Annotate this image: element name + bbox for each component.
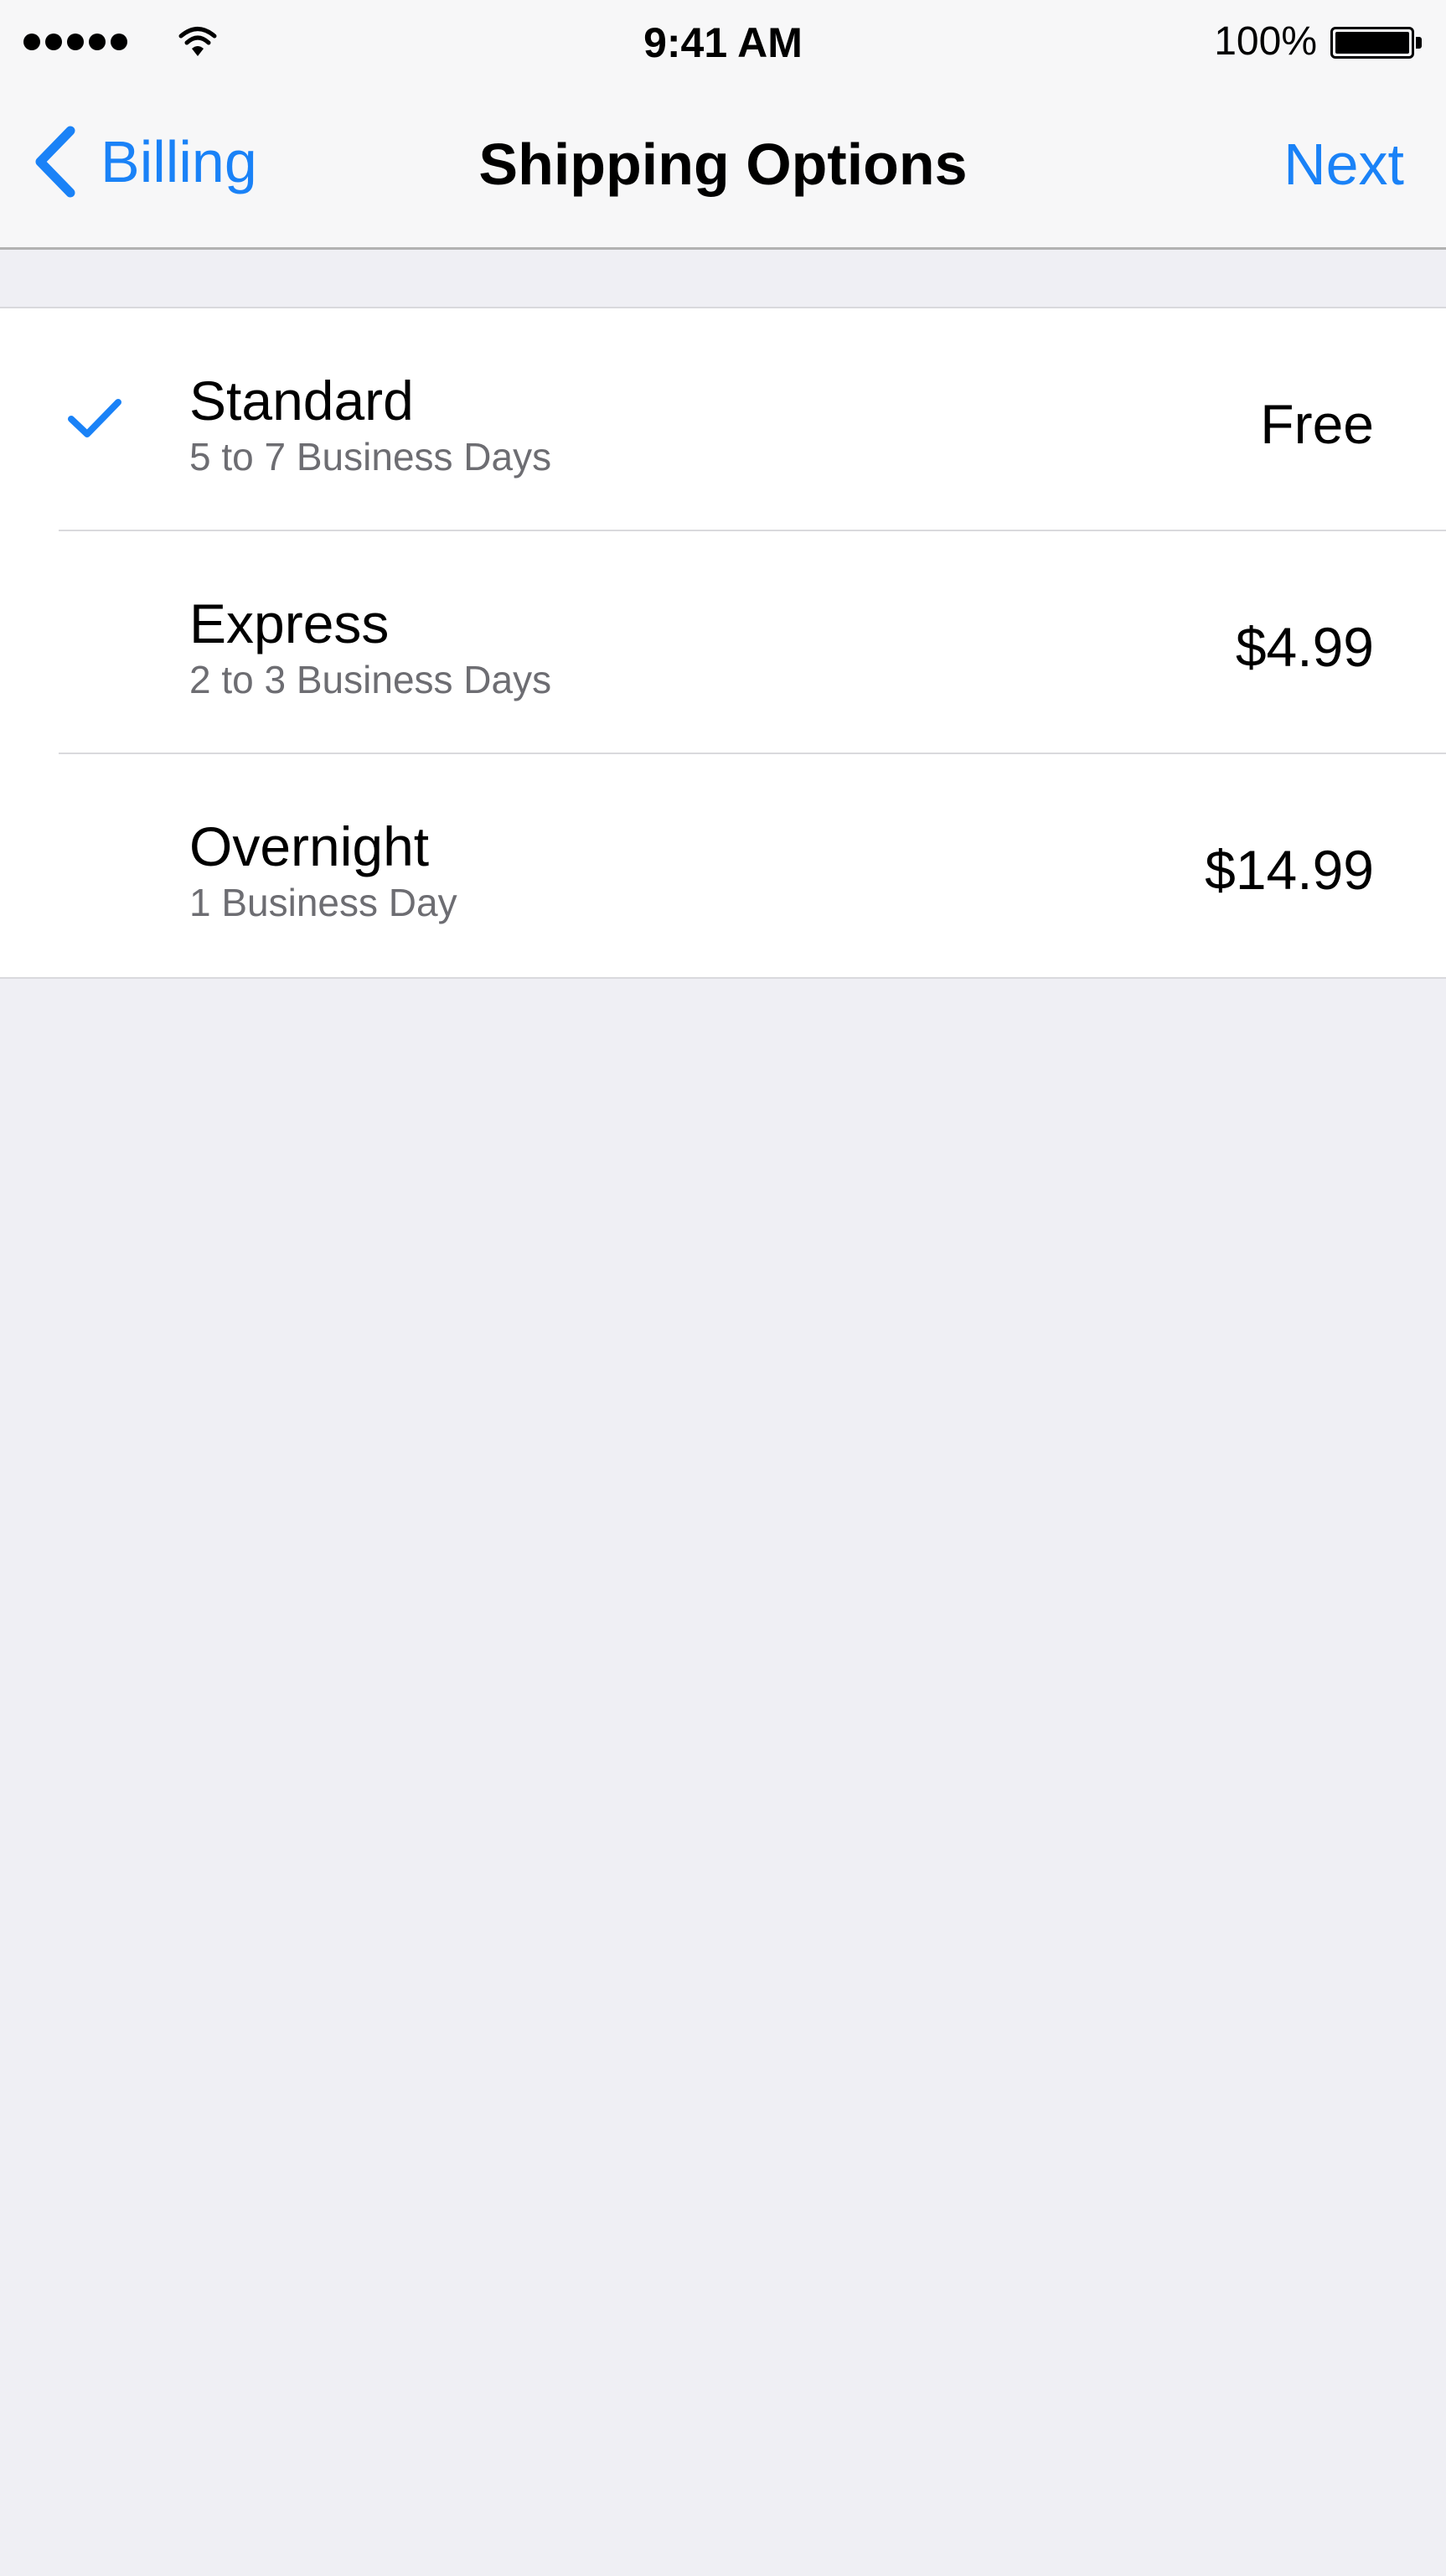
option-price: $4.99 bbox=[1235, 616, 1374, 678]
phone-screen: 9:41 AM 100% Billing Shipping Options Ne… bbox=[0, 0, 1446, 2576]
shipping-options-list: Standard 5 to 7 Business Days Free Expre… bbox=[0, 307, 1446, 979]
battery-cap bbox=[1416, 37, 1422, 49]
battery-icon bbox=[1330, 27, 1422, 59]
next-button[interactable]: Next bbox=[1283, 131, 1404, 198]
option-delivery-time: 1 Business Day bbox=[189, 881, 457, 924]
option-name: Standard bbox=[189, 370, 414, 432]
option-delivery-time: 5 to 7 Business Days bbox=[189, 435, 552, 478]
option-name: Express bbox=[189, 592, 390, 654]
option-price: Free bbox=[1260, 393, 1374, 455]
page-title: Shipping Options bbox=[478, 132, 968, 197]
shipping-option-express[interactable]: Express 2 to 3 Business Days $4.99 bbox=[0, 531, 1446, 754]
option-price: $14.99 bbox=[1205, 839, 1374, 901]
shipping-option-standard[interactable]: Standard 5 to 7 Business Days Free bbox=[0, 308, 1446, 531]
option-name: Overnight bbox=[189, 815, 430, 877]
checkmark-icon bbox=[68, 399, 121, 437]
battery-percentage: 100% bbox=[1214, 19, 1317, 64]
shipping-option-overnight[interactable]: Overnight 1 Business Day $14.99 bbox=[0, 754, 1446, 977]
status-bar: 9:41 AM 100% bbox=[0, 0, 1446, 84]
navigation-bar: Billing Shipping Options Next bbox=[0, 84, 1446, 250]
option-delivery-time: 2 to 3 Business Days bbox=[189, 658, 552, 701]
battery-fill bbox=[1335, 32, 1409, 54]
